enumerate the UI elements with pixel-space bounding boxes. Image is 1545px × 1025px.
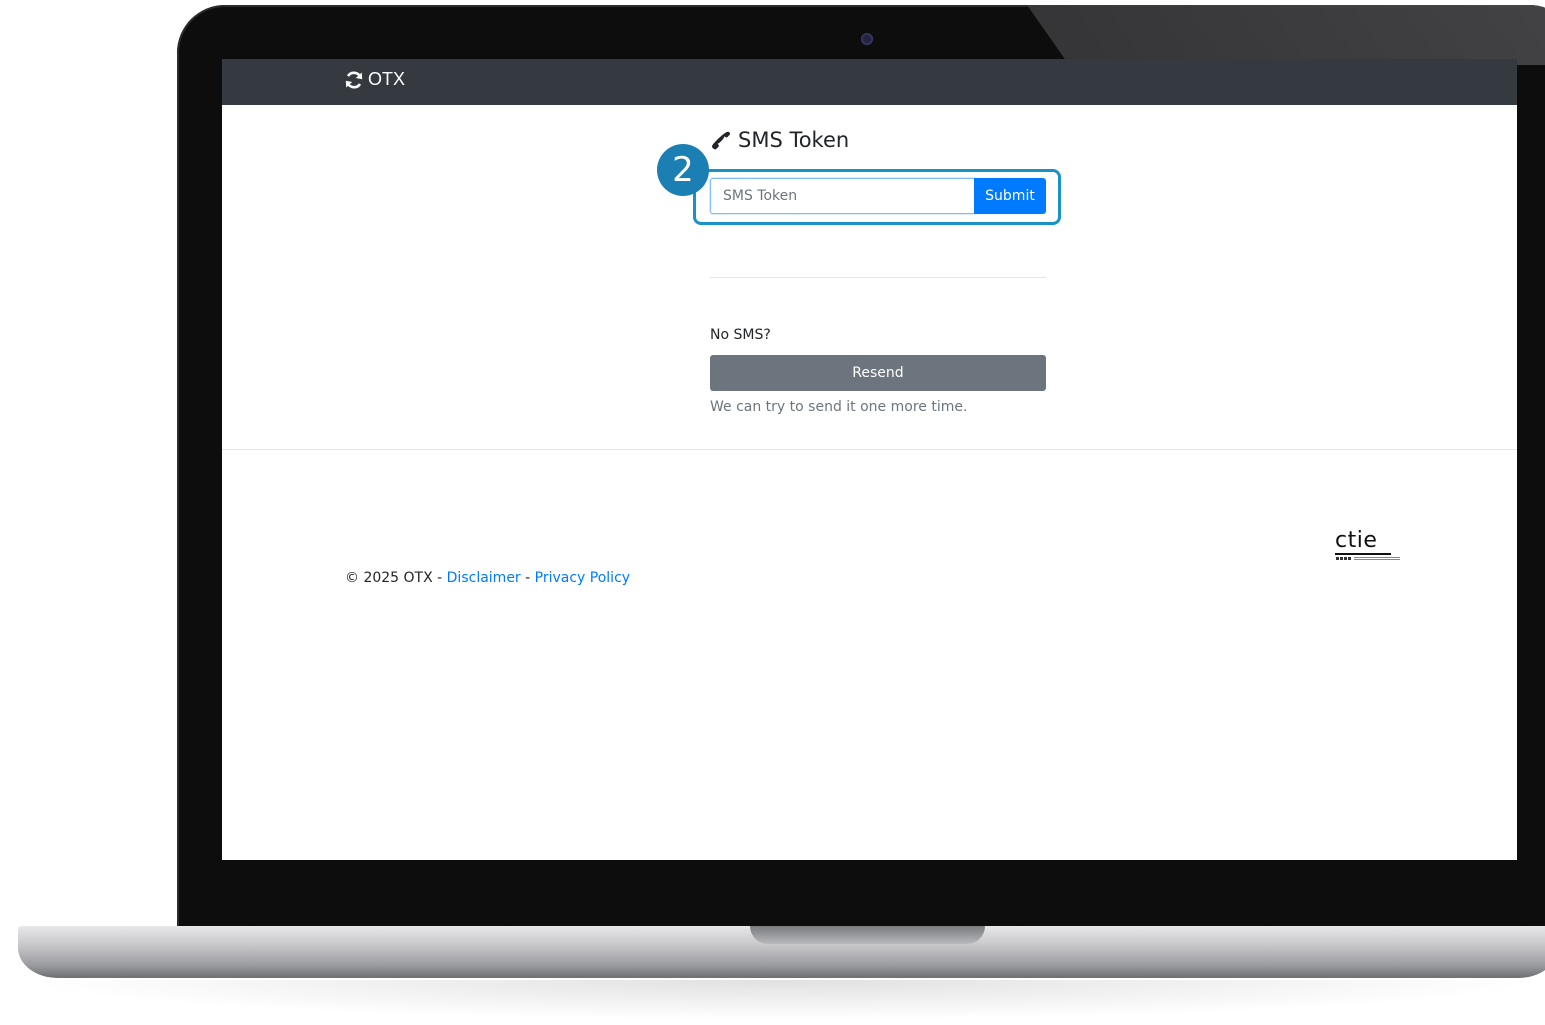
- resend-help-text: We can try to send it one more time.: [710, 399, 968, 415]
- page-title: SMS Token: [710, 125, 1046, 155]
- step-badge: 2: [657, 144, 709, 196]
- brand-label: OTX: [368, 69, 406, 89]
- footer: © 2025 OTX - Disclaimer - Privacy Policy: [345, 570, 630, 586]
- disclaimer-link[interactable]: Disclaimer: [447, 570, 521, 586]
- ctie-logo-subtitle: [1336, 556, 1400, 561]
- footer-separator: -: [520, 570, 535, 586]
- copyright-text: © 2025 OTX -: [345, 570, 447, 586]
- page-title-text: SMS Token: [738, 128, 850, 152]
- sms-token-form: SMS Token Submit No SMS? Resend We can t…: [710, 125, 1046, 415]
- brand-link[interactable]: OTX: [344, 69, 405, 90]
- navbar: OTX: [222, 59, 1517, 105]
- ctie-logo-text: ctie: [1335, 528, 1378, 553]
- no-sms-label: No SMS?: [710, 327, 771, 343]
- ctie-logo-underline: [1335, 553, 1391, 555]
- resend-button[interactable]: Resend: [710, 355, 1046, 391]
- ctie-logo: ctie: [1334, 529, 1414, 567]
- laptop-shadow: [18, 980, 1545, 1020]
- laptop-notch: [750, 926, 985, 944]
- phone-icon: [712, 131, 731, 150]
- refresh-icon: [345, 71, 363, 88]
- lid-reflection: [1027, 5, 1545, 65]
- callout-highlight-box: [693, 169, 1061, 225]
- privacy-policy-link[interactable]: Privacy Policy: [535, 570, 630, 586]
- camera: [861, 33, 873, 45]
- footer-divider: [222, 449, 1517, 450]
- divider: [710, 277, 1046, 278]
